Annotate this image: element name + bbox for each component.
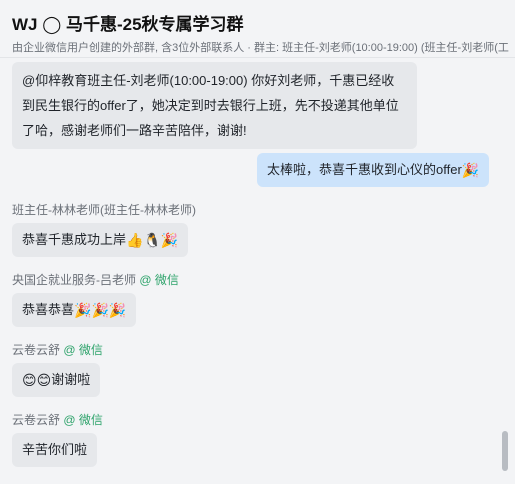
chat-subtitle: 由企业微信用户创建的外部群, 含3位外部联系人 · 群主: 班主任-刘老师(10… [12, 42, 509, 54]
message-text: 恭喜恭喜 [22, 302, 75, 317]
sender-org-tag: @ 微信 [139, 273, 179, 287]
scrollbar-thumb[interactable] [502, 431, 508, 471]
message-bubble[interactable]: 恭喜恭喜🎉🎉🎉 [12, 293, 137, 327]
party-popper-icon: 🎉 [461, 163, 480, 179]
message-list[interactable]: @仰梓教育班主任-刘老师(10:00-19:00) 你好刘老师，千惠已经收 到民… [0, 58, 515, 484]
message-text: @仰梓教育班主任-刘老师(10:00-19:00) 你好刘老师，千惠已经收 [22, 73, 395, 88]
party-popper-icon: 🎉🎉🎉 [74, 303, 127, 319]
smile-icon: 😊😊 [22, 373, 52, 389]
chat-title[interactable]: WJ ◯ 马千惠-25秋专属学习群 [12, 14, 503, 36]
sender-label: 央国企就业服务-吕老师 [12, 273, 136, 287]
message-text: 辛苦你们啦 [22, 442, 88, 457]
sender-name[interactable]: 云卷云舒 @ 微信 [12, 342, 103, 358]
message-bubble[interactable]: 😊😊谢谢啦 [12, 363, 101, 397]
message-bubble-outgoing[interactable]: 太棒啦，恭喜千惠收到心仪的offer🎉 [257, 153, 490, 187]
sender-name[interactable]: 云卷云舒 @ 微信 [12, 412, 103, 428]
sender-name[interactable]: 央国企就业服务-吕老师 @ 微信 [12, 272, 179, 288]
message-text: 了哈，感谢老师们一路辛苦陪伴，谢谢! [22, 123, 247, 138]
message-bubble[interactable]: 恭喜千惠成功上岸👍🐧🎉 [12, 223, 189, 257]
message-text: 谢谢啦 [51, 372, 91, 387]
sender-label: 班主任-林林老师(班主任-林林老师) [12, 203, 196, 217]
sender-label: 云卷云舒 [12, 413, 61, 427]
sender-label: 云卷云舒 [12, 343, 61, 357]
chat-header: WJ ◯ 马千惠-25秋专属学习群 由企业微信用户创建的外部群, 含3位外部联系… [0, 0, 515, 58]
message-text: 恭喜千惠成功上岸 [22, 232, 127, 247]
message-bubble[interactable]: @仰梓教育班主任-刘老师(10:00-19:00) 你好刘老师，千惠已经收 到民… [12, 62, 417, 149]
sender-org-tag: @ 微信 [63, 413, 103, 427]
message-bubble[interactable]: 辛苦你们啦 [12, 433, 98, 467]
sender-org-tag: @ 微信 [63, 343, 103, 357]
message-text: 到民生银行的offer了，她决定到时去银行上班，先不投递其他单位 [22, 98, 399, 113]
thumbs-up-penguin-party-icons: 👍🐧🎉 [126, 233, 179, 249]
sender-name[interactable]: 班主任-林林老师(班主任-林林老师) [12, 202, 196, 218]
message-text: 太棒啦，恭喜千惠收到心仪的offer [267, 162, 462, 177]
